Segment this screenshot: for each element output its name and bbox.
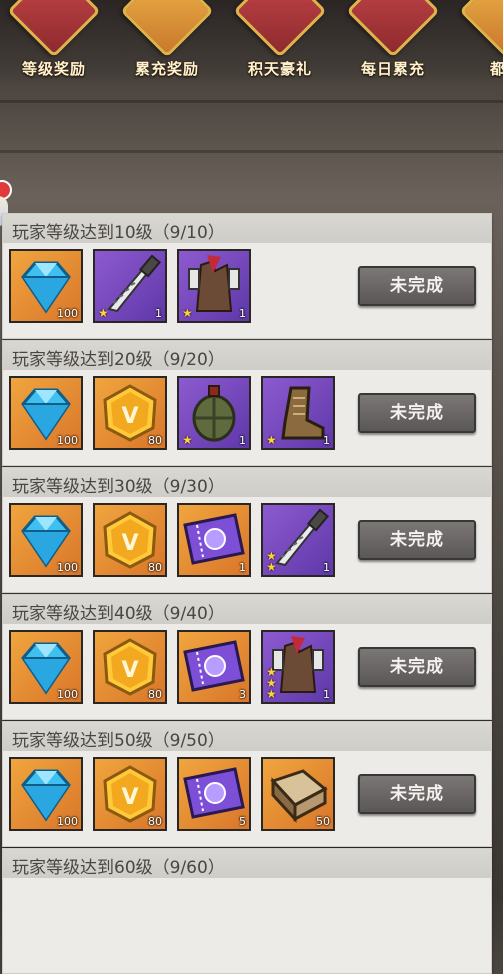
task-title: 玩家等级达到50级（9/50） xyxy=(12,731,225,751)
reward-count: 1 xyxy=(239,434,246,447)
reward-item[interactable]: V 80 xyxy=(93,503,167,577)
task-header: 玩家等级达到40级（9/40） xyxy=(3,595,491,624)
reward-count: 50 xyxy=(316,815,330,828)
reward-count: 80 xyxy=(148,815,162,828)
task-header: 玩家等级达到50级（9/50） xyxy=(3,722,491,751)
reward-count: 1 xyxy=(239,561,246,574)
reward-count: 1 xyxy=(323,688,330,701)
task-header: 玩家等级达到60级（9/60） xyxy=(3,849,491,878)
reward-count: 3 xyxy=(239,688,246,701)
reward-count: 5 xyxy=(239,815,246,828)
task-title: 玩家等级达到40级（9/40） xyxy=(12,604,225,624)
incomplete-button[interactable]: 未完成 xyxy=(358,266,476,306)
level-badge-icon xyxy=(7,0,101,58)
gift-box-icon xyxy=(233,0,327,58)
tab-label: 都市 xyxy=(489,60,503,78)
svg-text:V: V xyxy=(121,404,138,429)
task-card: 玩家等级达到30级（9/30） 100 V 80 1 ★ ★ 1 未完成 xyxy=(2,467,492,593)
reward-item[interactable]: 1 xyxy=(177,503,251,577)
task-header: 玩家等级达到30级（9/30） xyxy=(3,468,491,497)
task-card: 玩家等级达到50级（9/50） 100 V 80 5 50 未完成 xyxy=(2,721,492,847)
tab-label: 累充奖励 xyxy=(134,60,199,78)
reward-count: 80 xyxy=(148,688,162,701)
reward-item[interactable]: ★ 1 xyxy=(93,249,167,323)
task-title: 玩家等级达到60级（9/60） xyxy=(12,858,225,878)
reward-count: 1 xyxy=(323,434,330,447)
task-header: 玩家等级达到10级（9/10） xyxy=(3,214,491,243)
clock-gift-icon xyxy=(346,0,440,58)
reward-item[interactable]: V 80 xyxy=(93,630,167,704)
tab-label: 积天豪礼 xyxy=(247,60,312,78)
reward-item[interactable]: ★ 1 xyxy=(261,376,335,450)
reward-item[interactable]: ★ ★ ★ 1 xyxy=(261,630,335,704)
reward-item[interactable]: 100 xyxy=(9,249,83,323)
reward-item[interactable]: 100 xyxy=(9,630,83,704)
reward-item[interactable]: 100 xyxy=(9,376,83,450)
reward-count: 80 xyxy=(148,434,162,447)
reward-count: 80 xyxy=(148,561,162,574)
tab-4[interactable]: 每日累充 xyxy=(337,0,449,86)
task-card: 玩家等级达到60级（9/60） xyxy=(2,848,492,974)
task-card: 玩家等级达到20级（9/20） 100 V 80 ★ 1 ★ 1 未完成 xyxy=(2,340,492,466)
reward-item[interactable]: V 80 xyxy=(93,757,167,831)
incomplete-button[interactable]: 未完成 xyxy=(358,647,476,687)
reward-item[interactable]: 100 xyxy=(9,503,83,577)
svg-text:V: V xyxy=(121,785,138,810)
reward-count: 100 xyxy=(57,434,78,447)
rarity-star-icon: ★ xyxy=(266,433,277,447)
gift-bag-icon xyxy=(120,0,214,58)
reward-item[interactable]: 50 xyxy=(261,757,335,831)
reward-item[interactable]: ★ ★ 1 xyxy=(261,503,335,577)
reward-item[interactable]: 100 xyxy=(9,757,83,831)
tab-3[interactable]: 积天豪礼 xyxy=(224,0,336,86)
reward-count: 100 xyxy=(57,815,78,828)
reward-item[interactable]: ★ 1 xyxy=(177,376,251,450)
reward-count: 1 xyxy=(323,561,330,574)
rarity-star-icon: ★ xyxy=(98,306,109,320)
reward-item[interactable]: ★ 1 xyxy=(177,249,251,323)
tab-5[interactable]: 都市 xyxy=(450,0,503,86)
task-title: 玩家等级达到10级（9/10） xyxy=(12,223,225,243)
reward-count: 100 xyxy=(57,307,78,320)
reward-item[interactable]: 5 xyxy=(177,757,251,831)
reward-count: 100 xyxy=(57,688,78,701)
tab-2[interactable]: 累充奖励 xyxy=(111,0,223,86)
reward-count: 1 xyxy=(239,307,246,320)
tab-bar: 等级奖励 累充奖励 积天豪礼 每日累充 都市 xyxy=(0,0,503,86)
task-title: 玩家等级达到30级（9/30） xyxy=(12,477,225,497)
incomplete-button[interactable]: 未完成 xyxy=(358,774,476,814)
reward-item[interactable]: 3 xyxy=(177,630,251,704)
task-card: 玩家等级达到10级（9/10） 100 ★ 1 ★ 1 未完成 xyxy=(2,213,492,339)
rarity-star-icon: ★ xyxy=(182,306,193,320)
svg-text:V: V xyxy=(121,531,138,556)
task-title: 玩家等级达到20级（9/20） xyxy=(12,350,225,370)
rarity-star-icon: ★ xyxy=(266,549,277,563)
svg-text:V: V xyxy=(121,658,138,683)
incomplete-button[interactable]: 未完成 xyxy=(358,520,476,560)
task-header: 玩家等级达到20级（9/20） xyxy=(3,341,491,370)
incomplete-button[interactable]: 未完成 xyxy=(358,393,476,433)
reward-item[interactable]: V 80 xyxy=(93,376,167,450)
partial-tab-icon xyxy=(459,0,503,58)
rarity-star-icon: ★ xyxy=(266,665,277,679)
tab-label: 等级奖励 xyxy=(21,60,86,78)
reward-count: 1 xyxy=(155,307,162,320)
tab-label: 每日累充 xyxy=(360,60,425,78)
task-card: 玩家等级达到40级（9/40） 100 V 80 3 ★ ★ ★ 1 未完成 xyxy=(2,594,492,720)
reward-count: 100 xyxy=(57,561,78,574)
rarity-star-icon: ★ xyxy=(182,433,193,447)
tab-1[interactable]: 等级奖励 xyxy=(0,0,110,86)
